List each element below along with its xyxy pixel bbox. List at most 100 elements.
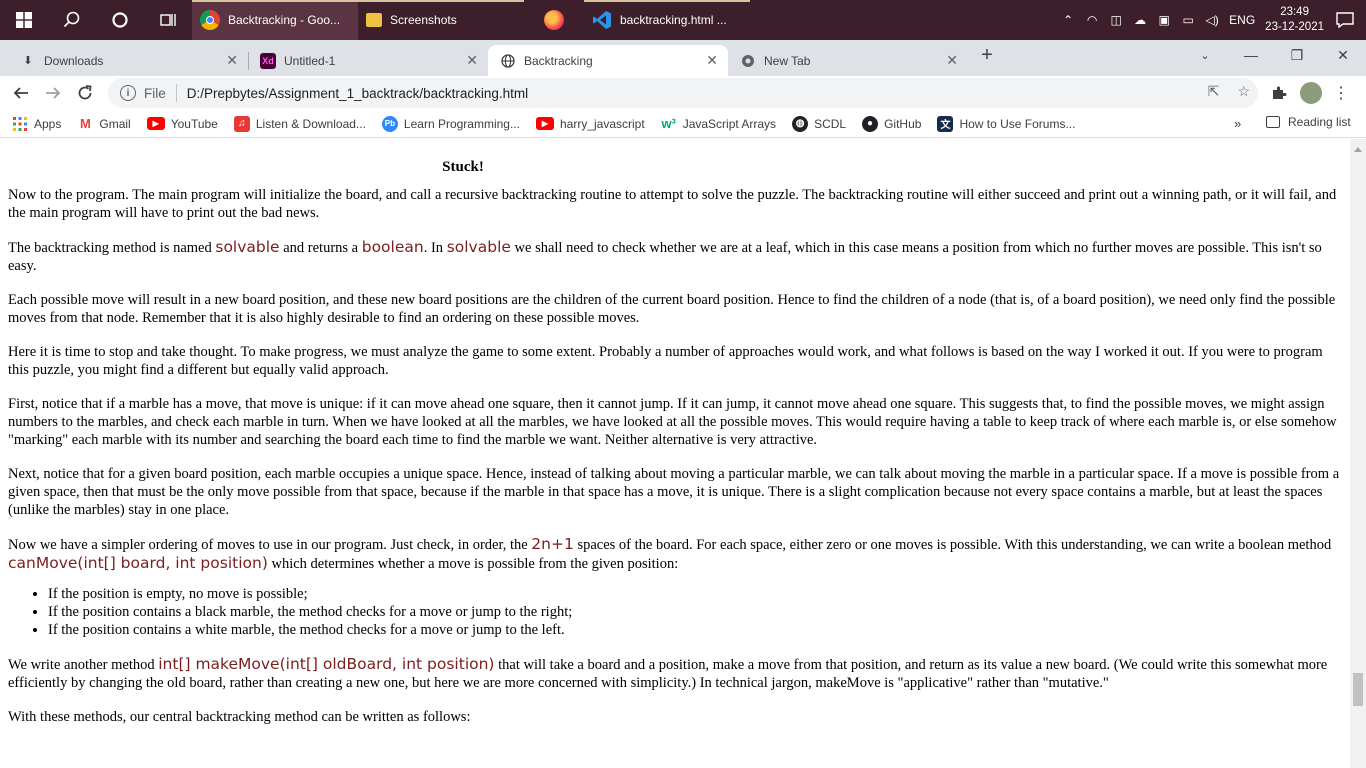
reading-list-button[interactable]: Reading list [1266, 115, 1351, 129]
download-icon: ⬇ [23, 55, 33, 67]
taskbar-app-firefox[interactable] [524, 0, 584, 40]
taskbar-app-chrome[interactable]: Backtracking - Goo... [192, 0, 358, 40]
bookmark-label: SCDL [814, 116, 847, 131]
omnibox-actions: ⇱ ☆ [1208, 83, 1250, 100]
scroll-up-arrow-icon[interactable] [1354, 147, 1362, 152]
task-view-icon[interactable] [144, 0, 192, 40]
firefox-icon [544, 10, 564, 30]
translate-icon: 文 [937, 115, 954, 132]
bookmark-forums[interactable]: 文 How to Use Forums... [937, 115, 1075, 132]
restore-button[interactable]: ❐ [1274, 40, 1320, 70]
tab-downloads[interactable]: ⬇ Downloads ✕ [8, 45, 248, 76]
bookmark-label: Learn Programming... [403, 116, 520, 131]
close-icon[interactable]: ✕ [946, 52, 958, 69]
youtube-icon: ▶ [535, 117, 554, 130]
address-bar[interactable]: i File D:/Prepbytes/Assignment_1_backtra… [108, 78, 1258, 108]
bookmark-star-icon[interactable]: ☆ [1237, 83, 1250, 100]
bookmark-youtube[interactable]: ▶ YouTube [146, 116, 218, 131]
list-item: If the position contains a white marble,… [48, 621, 1342, 639]
close-window-button[interactable]: ✕ [1320, 40, 1366, 70]
bookmark-label: Listen & Download... [255, 116, 366, 131]
taskbar-app-vscode[interactable]: backtracking.html ... [584, 0, 750, 40]
page-scrollbar[interactable] [1350, 139, 1366, 768]
notifications-icon[interactable] [1334, 12, 1356, 28]
omnibox-divider [175, 84, 177, 102]
clock-date: 23-12-2021 [1265, 21, 1324, 33]
page-heading: Stuck! [442, 159, 484, 175]
battery-icon[interactable]: ▭ [1181, 13, 1195, 27]
bookmark-gmail[interactable]: M Gmail [77, 116, 131, 132]
share-icon[interactable]: ⇱ [1208, 83, 1220, 100]
close-icon[interactable]: ✕ [706, 52, 718, 69]
code-solvable: solvable [446, 238, 511, 256]
globe-icon: ◍ [792, 115, 809, 132]
code-solvable: solvable [215, 238, 280, 256]
bookmarks-overflow-button[interactable]: » [1234, 116, 1241, 131]
bookmark-listen-download[interactable]: ♫ Listen & Download... [233, 115, 366, 132]
paragraph: Here it is time to stop and take thought… [8, 344, 1323, 378]
paragraph: Now we have a simpler ordering of moves … [8, 535, 1332, 572]
programiz-icon: Pb [381, 115, 398, 132]
folder-icon [366, 13, 382, 27]
display-icon[interactable]: ▣ [1157, 13, 1171, 27]
clock[interactable]: 23:49 23-12-2021 [1265, 5, 1324, 35]
w3schools-icon: w³ [661, 116, 676, 131]
browser-tab-strip: ⬇ Downloads ✕ Xd Untitled-1 ✕ Backtracki… [0, 40, 1366, 76]
back-button[interactable] [8, 80, 34, 106]
scrollbar-thumb[interactable] [1353, 673, 1363, 706]
file-scheme-label: File [144, 85, 166, 101]
windows-taskbar: Backtracking - Goo... Screenshots backtr… [0, 0, 1366, 40]
music-download-icon: ♫ [233, 115, 250, 132]
tab-search-icon[interactable]: ⌄ [1182, 40, 1228, 70]
bookmark-scdl[interactable]: ◍ SCDL [792, 115, 847, 132]
bookmark-javascript-arrays[interactable]: w³ JavaScript Arrays [661, 116, 776, 132]
taskbar-app-label: backtracking.html ... [620, 13, 727, 27]
volume-icon[interactable]: ◁) [1205, 13, 1219, 27]
taskbar-app-label: Screenshots [390, 13, 457, 27]
system-tray: ⌃ ◠ ◫ ☁ ▣ ▭ ◁) ENG 23:49 23-12-2021 [1061, 0, 1366, 40]
meet-now-icon[interactable]: ◫ [1109, 13, 1123, 27]
youtube-icon: ▶ [146, 117, 165, 130]
github-icon: ● [862, 115, 879, 132]
cortana-icon[interactable] [96, 0, 144, 40]
reload-button[interactable] [72, 80, 98, 106]
paragraph: Now to the program. The main program wil… [8, 187, 1337, 221]
chevron-up-icon[interactable]: ⌃ [1061, 13, 1075, 27]
paragraph: First, notice that if a marble has a mov… [8, 396, 1337, 448]
reading-list-label: Reading list [1288, 115, 1351, 129]
bookmark-github[interactable]: ● GitHub [862, 115, 921, 132]
forward-button[interactable] [40, 80, 66, 106]
tab-label: Backtracking [524, 53, 593, 68]
wifi-icon[interactable]: ◠ [1085, 13, 1099, 27]
list-item: If the position is empty, no move is pos… [48, 585, 1342, 603]
extensions-puzzle-icon[interactable] [1268, 82, 1290, 104]
tab-backtracking[interactable]: Backtracking ✕ [488, 45, 728, 76]
windows-start-icon[interactable] [0, 0, 48, 40]
bookmark-harry-javascript[interactable]: ▶ harry_javascript [535, 117, 645, 131]
tab-label: Downloads [44, 53, 104, 68]
new-tab-button[interactable]: + [976, 44, 998, 66]
gmail-icon: M [79, 116, 91, 131]
menu-kebab-icon[interactable]: ⋮ [1330, 82, 1352, 104]
code-makemove: int[] makeMove(int[] oldBoard, int posit… [158, 655, 495, 673]
info-icon[interactable]: i [120, 85, 136, 101]
url-text[interactable]: D:/Prepbytes/Assignment_1_backtrack/back… [187, 86, 528, 101]
search-icon[interactable] [48, 0, 96, 40]
bookmark-label: YouTube [170, 116, 218, 131]
taskbar-app-explorer[interactable]: Screenshots [358, 0, 524, 40]
close-icon[interactable]: ✕ [466, 52, 478, 69]
bookmarks-bar: Apps M Gmail ▶ YouTube ♫ Listen & Downlo… [0, 110, 1366, 138]
tab-new-tab[interactable]: New Tab ✕ [728, 45, 968, 76]
profile-avatar[interactable] [1300, 82, 1322, 104]
language-indicator[interactable]: ENG [1229, 13, 1255, 27]
onedrive-cloud-icon[interactable]: ☁ [1133, 13, 1147, 27]
close-icon[interactable]: ✕ [226, 52, 238, 69]
paragraph: We write another method int[] makeMove(i… [8, 655, 1328, 691]
bookmark-apps[interactable]: Apps [12, 116, 61, 132]
tab-untitled[interactable]: Xd Untitled-1 ✕ [248, 45, 488, 76]
bookmark-learn-programming[interactable]: Pb Learn Programming... [381, 115, 520, 132]
clock-time: 23:49 [1280, 6, 1309, 18]
tab-label: New Tab [764, 53, 811, 68]
minimize-button[interactable]: — [1228, 40, 1274, 70]
taskbar-app-label: Backtracking - Goo... [228, 13, 341, 27]
